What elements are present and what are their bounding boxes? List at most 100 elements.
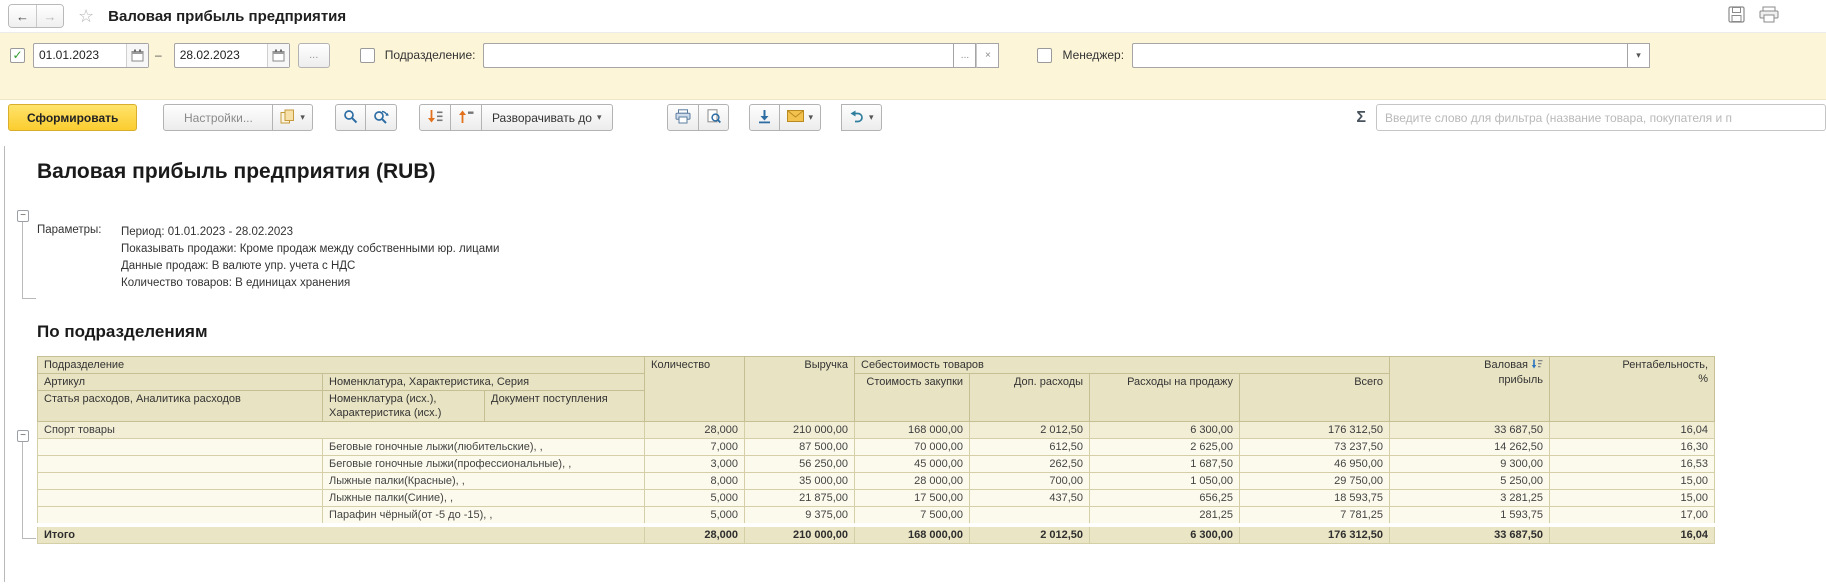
cell-revenue[interactable]: 210 000,00 [745,525,855,544]
quick-filter-input[interactable] [1376,104,1826,131]
cell-total[interactable]: 7 781,25 [1240,507,1390,526]
column-header-selling-expenses[interactable]: Расходы на продажу [1090,374,1240,422]
column-header-gross-profit[interactable]: Валовая прибыль [1390,357,1550,422]
cell-revenue[interactable]: 21 875,00 [745,490,855,507]
column-header-quantity[interactable]: Количество [645,357,745,422]
column-header-revenue[interactable]: Выручка [745,357,855,422]
cell-empty[interactable] [38,439,323,456]
cell-nomenclature[interactable]: Парафин чёрный(от -5 до -15), , [323,507,645,526]
cell-quantity[interactable]: 28,000 [645,525,745,544]
cell-gross-profit[interactable]: 5 250,00 [1390,473,1550,490]
cell-quantity[interactable]: 5,000 [645,490,745,507]
column-header-purchase-cost[interactable]: Стоимость закупки [855,374,970,422]
cell-selling-expenses[interactable]: 1 050,00 [1090,473,1240,490]
cell-gross-profit[interactable]: 33 687,50 [1390,525,1550,544]
back-button[interactable]: ← [9,5,36,27]
cell-empty[interactable] [38,456,323,473]
cell-purchase-cost[interactable]: 7 500,00 [855,507,970,526]
calendar-icon[interactable] [267,44,289,67]
column-header-receipt-doc[interactable]: Документ поступления [485,391,645,422]
cell-quantity[interactable]: 8,000 [645,473,745,490]
department-input[interactable] [483,43,953,68]
table-row[interactable]: Беговые гоночные лыжи(любительские), ,7,… [38,439,1715,456]
cell-extra-expenses[interactable]: 2 012,50 [970,525,1090,544]
cell-profitability[interactable]: 16,04 [1550,422,1715,439]
manager-checkbox[interactable] [1037,48,1052,63]
cell-revenue[interactable]: 35 000,00 [745,473,855,490]
table-row[interactable]: Лыжные палки(Красные), ,8,00035 000,0028… [38,473,1715,490]
collapse-report-header-button[interactable]: − [17,210,29,222]
column-header-nomenclature-src[interactable]: Номенклатура (исх.), Характеристика (исх… [323,391,485,422]
cell-revenue[interactable]: 210 000,00 [745,422,855,439]
cell-revenue[interactable]: 87 500,00 [745,439,855,456]
forward-button[interactable]: → [36,5,63,27]
cell-purchase-cost[interactable]: 168 000,00 [855,525,970,544]
column-header-department[interactable]: Подразделение [38,357,645,374]
column-header-articul[interactable]: Артикул [38,374,323,391]
column-header-extra-expenses[interactable]: Доп. расходы [970,374,1090,422]
cell-extra-expenses[interactable]: 437,50 [970,490,1090,507]
department-checkbox[interactable] [360,48,375,63]
cell-selling-expenses[interactable]: 2 625,00 [1090,439,1240,456]
group-row[interactable]: Спорт товары 28,000 210 000,00 168 000,0… [38,422,1715,439]
cell-empty[interactable] [38,473,323,490]
calendar-icon[interactable] [126,44,148,67]
cell-total[interactable]: 46 950,00 [1240,456,1390,473]
cell-total[interactable]: 176 312,50 [1240,422,1390,439]
save-file-button[interactable] [749,104,780,131]
column-header-total[interactable]: Всего [1240,374,1390,422]
cell-quantity[interactable]: 7,000 [645,439,745,456]
undo-button[interactable]: ▾ [841,104,882,131]
generate-button[interactable]: Сформировать [8,104,137,131]
cell-profitability[interactable]: 15,00 [1550,473,1715,490]
total-row[interactable]: Итого 28,000 210 000,00 168 000,00 2 012… [38,525,1715,544]
cell-profitability[interactable]: 16,53 [1550,456,1715,473]
expand-to-button[interactable]: Разворачивать до ▾ [481,104,613,131]
manager-input[interactable] [1132,43,1627,68]
cell-selling-expenses[interactable]: 656,25 [1090,490,1240,507]
collapse-rows-button[interactable] [450,104,482,131]
cell-empty[interactable] [38,490,323,507]
cell-gross-profit[interactable]: 1 593,75 [1390,507,1550,526]
cell-purchase-cost[interactable]: 70 000,00 [855,439,970,456]
cell-profitability[interactable]: 16,30 [1550,439,1715,456]
column-header-profitability[interactable]: Рентабельность, % [1550,357,1715,422]
cell-gross-profit[interactable]: 9 300,00 [1390,456,1550,473]
cell-profitability[interactable]: 16,04 [1550,525,1715,544]
cell-total[interactable]: 29 750,00 [1240,473,1390,490]
cell-nomenclature[interactable]: Беговые гоночные лыжи(любительские), , [323,439,645,456]
manager-dropdown-button[interactable]: ▾ [1627,43,1650,68]
cell-profitability[interactable]: 15,00 [1550,490,1715,507]
cell-purchase-cost[interactable]: 28 000,00 [855,473,970,490]
table-row[interactable]: Лыжные палки(Синие), ,5,00021 875,0017 5… [38,490,1715,507]
favorite-star-icon[interactable]: ☆ [78,7,94,25]
cell-quantity[interactable]: 3,000 [645,456,745,473]
department-more-button[interactable]: ... [953,43,976,68]
print-button[interactable] [667,104,699,131]
total-label-cell[interactable]: Итого [38,525,645,544]
table-row[interactable]: Беговые гоночные лыжи(профессиональные),… [38,456,1715,473]
cell-total[interactable]: 176 312,50 [1240,525,1390,544]
cell-extra-expenses[interactable] [970,507,1090,526]
cell-nomenclature[interactable]: Лыжные палки(Красные), , [323,473,645,490]
search-button[interactable] [335,104,366,131]
cell-purchase-cost[interactable]: 168 000,00 [855,422,970,439]
print-icon-titlebar[interactable] [1759,6,1789,26]
save-icon[interactable] [1728,6,1745,26]
cell-total[interactable]: 18 593,75 [1240,490,1390,507]
date-to-input[interactable] [175,48,267,62]
cell-profitability[interactable]: 17,00 [1550,507,1715,526]
expand-rows-button[interactable] [419,104,451,131]
cell-empty[interactable] [38,507,323,526]
group-name-cell[interactable]: Спорт товары [38,422,645,439]
report-variants-button[interactable]: ▾ [272,104,313,131]
cell-revenue[interactable]: 56 250,00 [745,456,855,473]
send-email-button[interactable]: ▾ [779,104,822,131]
cell-gross-profit[interactable]: 33 687,50 [1390,422,1550,439]
table-row[interactable]: Парафин чёрный(от -5 до -15), ,5,0009 37… [38,507,1715,526]
cell-selling-expenses[interactable]: 281,25 [1090,507,1240,526]
cell-extra-expenses[interactable]: 612,50 [970,439,1090,456]
cell-gross-profit[interactable]: 14 262,50 [1390,439,1550,456]
collapse-group-button[interactable]: − [17,430,29,442]
cell-purchase-cost[interactable]: 45 000,00 [855,456,970,473]
